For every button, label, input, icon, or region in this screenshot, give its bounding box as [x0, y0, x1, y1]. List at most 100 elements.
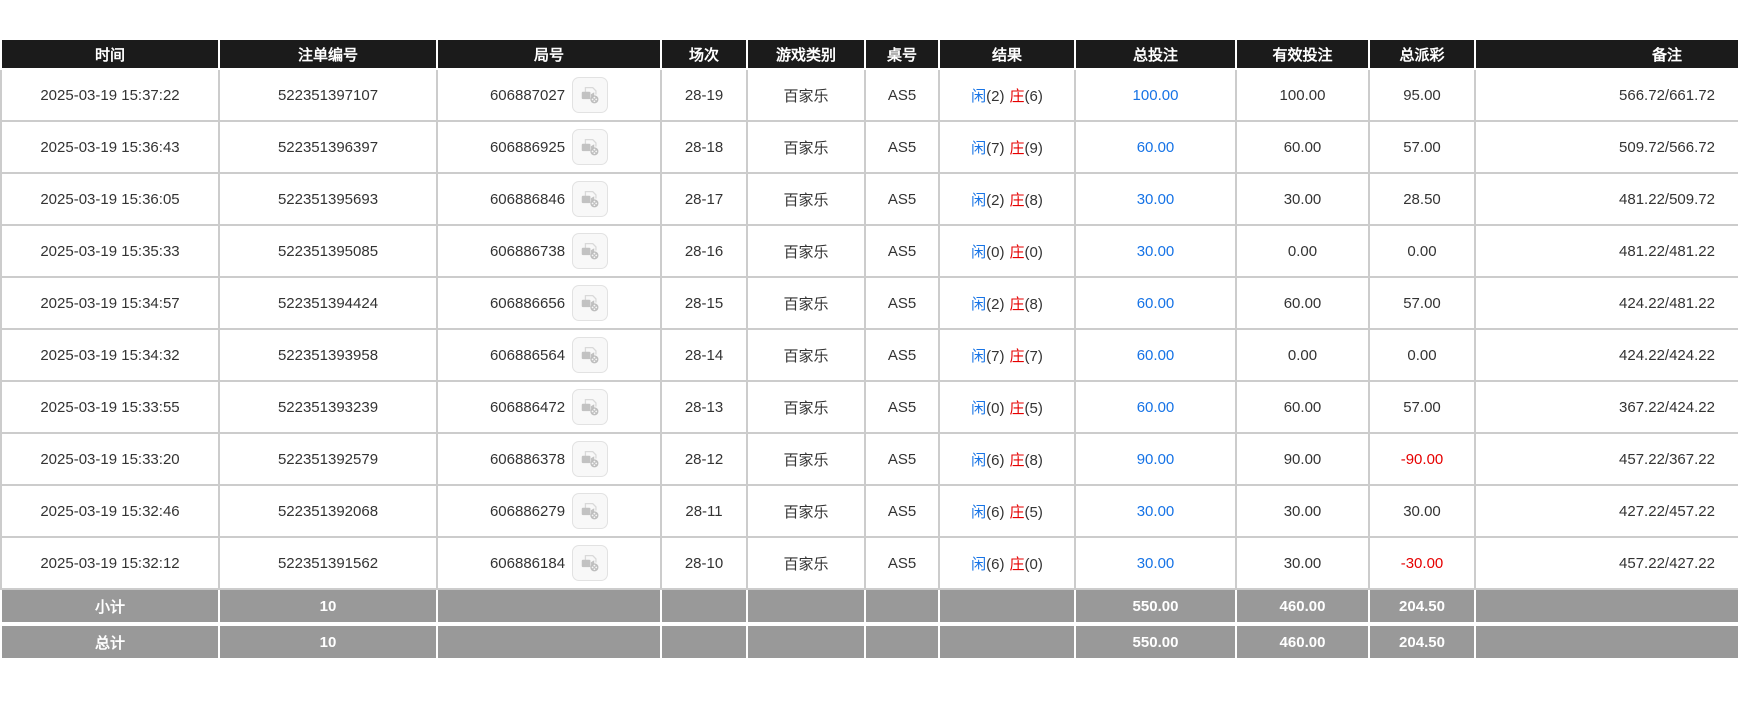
time-cell: 2025-03-19 15:32:46 — [1, 485, 219, 537]
total-bet-cell: 90.00 — [1075, 433, 1236, 485]
total-bet-cell: 60.00 — [1075, 329, 1236, 381]
session-cell: 28-15 — [661, 277, 747, 329]
round-id-cell: 606886846 — [437, 173, 661, 225]
replay-video-button[interactable] — [572, 233, 608, 269]
column-header-total-bet: 总投注 — [1075, 39, 1236, 69]
table-id-cell: AS5 — [865, 329, 939, 381]
result-banker-score: (0) — [1025, 244, 1043, 261]
result-player-score: (2) — [986, 192, 1004, 209]
replay-video-icon — [579, 396, 601, 418]
round-id-group: 606886184 — [490, 545, 608, 581]
valid-bet-cell: 60.00 — [1236, 277, 1369, 329]
replay-video-button[interactable] — [572, 181, 608, 217]
result-banker-label: 庄 — [1010, 140, 1025, 157]
payout-cell: 0.00 — [1369, 225, 1475, 277]
replay-video-icon — [579, 448, 601, 470]
session-cell: 28-10 — [661, 537, 747, 589]
footer-empty-cell — [865, 624, 939, 659]
round-id-cell: 606887027 — [437, 69, 661, 121]
round-id-text: 606886378 — [490, 451, 565, 468]
replay-video-button[interactable] — [572, 441, 608, 477]
result-player-label: 闲 — [971, 556, 986, 573]
time-cell: 2025-03-19 15:36:05 — [1, 173, 219, 225]
column-header-game-type: 游戏类别 — [747, 39, 865, 69]
round-id-text: 606886279 — [490, 503, 565, 520]
bet-id-cell: 522351395693 — [219, 173, 437, 225]
round-id-group: 606886846 — [490, 181, 608, 217]
result-banker-label: 庄 — [1010, 244, 1025, 261]
footer-empty-cell — [1475, 589, 1738, 624]
round-id-cell: 606886925 — [437, 121, 661, 173]
table-row: 2025-03-19 15:36:05522351395693 606886846… — [1, 173, 1738, 225]
result-cell: 闲(7)庄(7) — [939, 329, 1075, 381]
footer-empty-cell — [747, 589, 865, 624]
replay-video-icon — [579, 84, 601, 106]
replay-video-button[interactable] — [572, 389, 608, 425]
remark-cell: 367.22/424.22 — [1475, 381, 1738, 433]
footer-empty-cell — [437, 624, 661, 659]
valid-bet-cell: 100.00 — [1236, 69, 1369, 121]
result-banker-score: (6) — [1025, 88, 1043, 105]
replay-video-button[interactable] — [572, 493, 608, 529]
table-row: 2025-03-19 15:36:43522351396397606886925… — [1, 121, 1738, 173]
footer-empty-cell — [747, 624, 865, 659]
result-player-score: (7) — [986, 348, 1004, 365]
remark-cell: 457.22/367.22 — [1475, 433, 1738, 485]
round-id-group: 606886378 — [490, 441, 608, 477]
result-banker-label: 庄 — [1010, 348, 1025, 365]
round-id-text: 606886738 — [490, 243, 565, 260]
result-cell: 闲(0)庄(0) — [939, 225, 1075, 277]
round-id-text: 606886846 — [490, 191, 565, 208]
bet-id-cell: 522351397107 — [219, 69, 437, 121]
valid-bet-cell: 0.00 — [1236, 225, 1369, 277]
remark-cell: 424.22/481.22 — [1475, 277, 1738, 329]
table-id-cell: AS5 — [865, 381, 939, 433]
total-bet-cell: 60.00 — [1075, 277, 1236, 329]
valid-bet-cell: 30.00 — [1236, 537, 1369, 589]
replay-video-button[interactable] — [572, 337, 608, 373]
replay-video-button[interactable] — [572, 545, 608, 581]
result-player-score: (6) — [986, 504, 1004, 521]
result-cell: 闲(2)庄(6) — [939, 69, 1075, 121]
game-type-cell: 百家乐 — [747, 121, 865, 173]
payout-cell: 28.50 — [1369, 173, 1475, 225]
column-header-payout: 总派彩 — [1369, 39, 1475, 69]
footer-empty-cell — [939, 589, 1075, 624]
result-banker-score: (5) — [1025, 400, 1043, 417]
table-row: 2025-03-19 15:32:12522351391562606886184… — [1, 537, 1738, 589]
result-cell: 闲(2)庄(8) — [939, 277, 1075, 329]
time-cell: 2025-03-19 15:32:12 — [1, 537, 219, 589]
round-id-text: 606887027 — [490, 87, 565, 104]
footer-empty-cell — [939, 624, 1075, 659]
bet-id-cell: 522351393958 — [219, 329, 437, 381]
table-id-cell: AS5 — [865, 537, 939, 589]
bet-id-cell: 522351396397 — [219, 121, 437, 173]
footer-empty-cell — [661, 624, 747, 659]
time-cell: 2025-03-19 15:34:32 — [1, 329, 219, 381]
result-player-score: (0) — [986, 400, 1004, 417]
replay-video-button[interactable] — [572, 129, 608, 165]
replay-video-button[interactable] — [572, 77, 608, 113]
subtotal-row-total-bet: 550.00 — [1075, 589, 1236, 624]
subtotal-row-valid-bet: 460.00 — [1236, 589, 1369, 624]
replay-video-icon — [579, 552, 601, 574]
total-bet-cell: 30.00 — [1075, 537, 1236, 589]
result-player-score: (2) — [986, 296, 1004, 313]
result-player-score: (6) — [986, 556, 1004, 573]
result-banker-label: 庄 — [1010, 504, 1025, 521]
replay-video-button[interactable] — [572, 285, 608, 321]
round-id-text: 606886925 — [490, 139, 565, 156]
time-cell: 2025-03-19 15:33:20 — [1, 433, 219, 485]
table-row: 2025-03-19 15:33:55522351393239606886472… — [1, 381, 1738, 433]
remark-cell: 481.22/509.72 — [1475, 173, 1738, 225]
session-cell: 28-12 — [661, 433, 747, 485]
table-id-cell: AS5 — [865, 225, 939, 277]
total-bet-cell: 60.00 — [1075, 381, 1236, 433]
payout-cell: 57.00 — [1369, 121, 1475, 173]
session-cell: 28-16 — [661, 225, 747, 277]
table-id-cell: AS5 — [865, 173, 939, 225]
game-type-cell: 百家乐 — [747, 69, 865, 121]
round-id-cell: 606886184 — [437, 537, 661, 589]
table-row: 2025-03-19 15:33:20522351392579606886378… — [1, 433, 1738, 485]
replay-video-icon — [579, 240, 601, 262]
